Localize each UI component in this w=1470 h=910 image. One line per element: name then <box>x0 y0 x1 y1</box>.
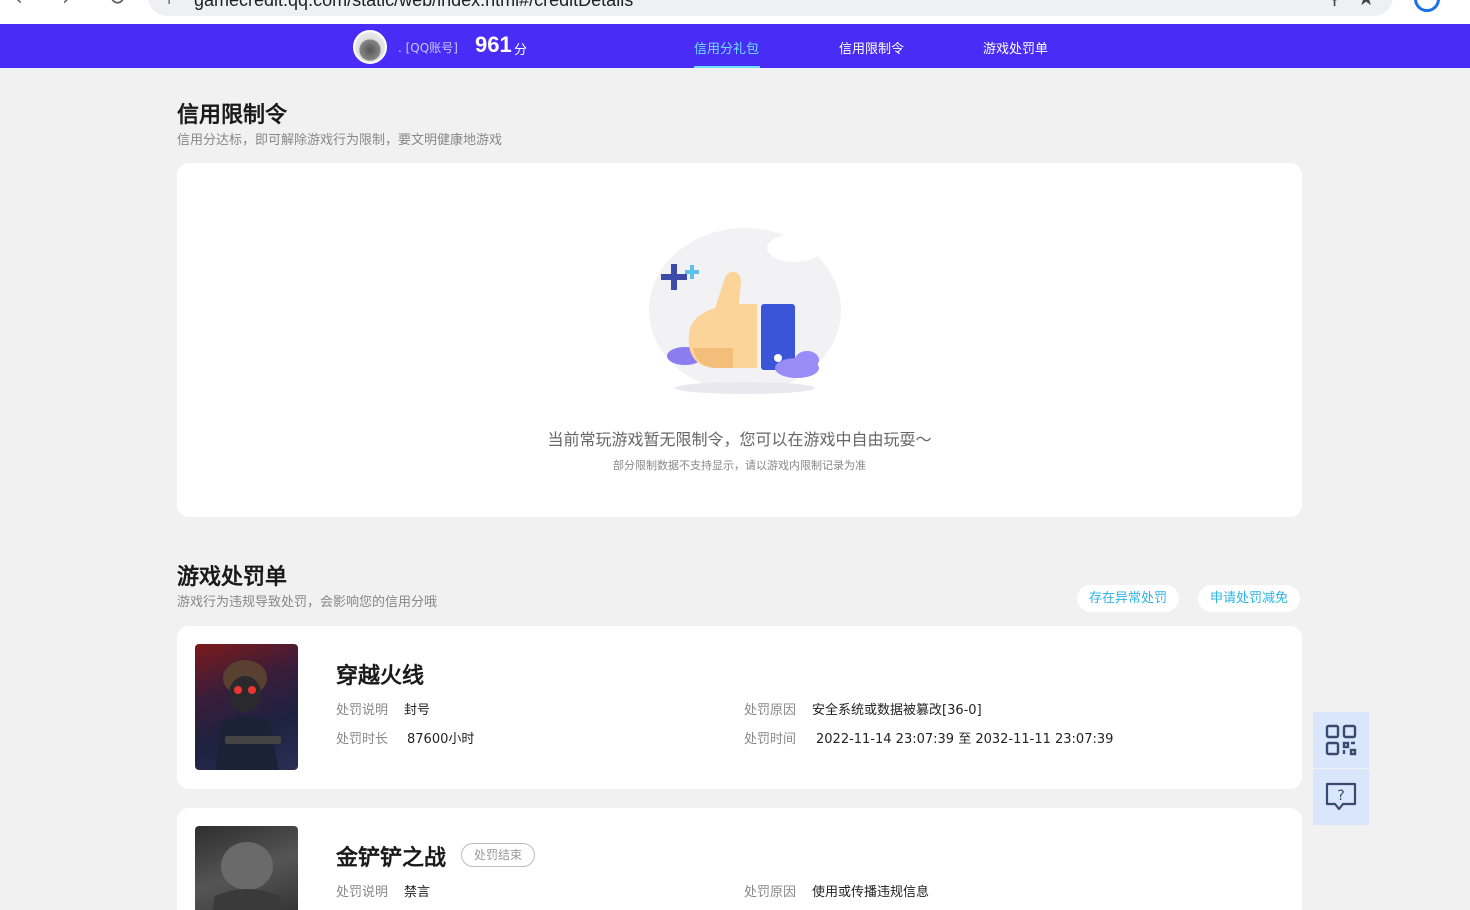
url-text: gamecredit.qq.com/static/web/index.html#… <box>194 0 634 10</box>
address-bar[interactable]: ⚲ gamecredit.qq.com/static/web/index.htm… <box>148 0 1393 16</box>
help-button[interactable]: ? <box>1313 769 1369 825</box>
profile-icon[interactable] <box>1414 0 1440 12</box>
help-feedback-icon: ? <box>1325 782 1357 811</box>
account-label: . [QQ账号] <box>398 41 458 55</box>
browser-chrome: ‹ › ↻ ⚲ gamecredit.qq.com/static/web/ind… <box>0 0 1470 24</box>
empty-message: 当前常玩游戏暂无限制令，您可以在游戏中自由玩耍～ <box>547 430 932 449</box>
tab-penalty[interactable]: 游戏处罚单 <box>983 38 1048 57</box>
zoom-icon[interactable]: ⚲ <box>1328 0 1341 9</box>
duration-label: 处罚时长 <box>336 732 389 747</box>
reason-value: 安全系统或数据被篡改[36-0] <box>812 703 982 718</box>
reason-value: 使用或传播违规信息 <box>812 885 930 900</box>
restriction-empty-card: 当前常玩游戏暂无限制令，您可以在游戏中自由玩耍～ 部分限制数据不支持显示，请以游… <box>177 163 1302 517</box>
empty-note: 部分限制数据不支持显示，请以游戏内限制记录为准 <box>613 459 866 472</box>
duration-value: 87600小时 <box>407 732 475 747</box>
bookmark-star-icon[interactable]: ★ <box>1357 0 1375 10</box>
desc-label: 处罚说明 <box>336 703 389 718</box>
forward-icon[interactable]: › <box>62 0 71 11</box>
credit-score-unit: 分 <box>514 43 528 58</box>
back-icon[interactable]: ‹ <box>14 0 23 11</box>
reason-label: 处罚原因 <box>744 885 797 900</box>
top-navbar: . [QQ账号] 961 分 信用分礼包 信用限制令 游戏处罚单 <box>0 24 1470 68</box>
game-cover-image <box>195 644 298 770</box>
penalty-subtitle: 游戏行为违规导致处罚，会影响您的信用分哦 <box>177 595 438 610</box>
site-info-icon[interactable]: ⚲ <box>164 0 174 6</box>
qr-code-icon <box>1325 724 1357 756</box>
desc-value: 禁言 <box>404 885 431 900</box>
game-cover-image <box>195 826 298 910</box>
status-badge: 处罚结束 <box>461 843 536 867</box>
desc-label: 处罚说明 <box>336 885 389 900</box>
thumbs-up-illustration <box>649 228 841 394</box>
tab-credit-gift[interactable]: 信用分礼包 <box>694 38 759 57</box>
abnormal-penalty-button[interactable]: 存在异常处罚 <box>1077 585 1180 612</box>
time-label: 处罚时间 <box>744 732 797 747</box>
restriction-title: 信用限制令 <box>177 103 288 128</box>
svg-text:?: ? <box>1337 788 1344 804</box>
tab-restriction[interactable]: 信用限制令 <box>839 38 904 57</box>
restriction-subtitle: 信用分达标，即可解除游戏行为限制，要文明健康地游戏 <box>177 133 503 148</box>
game-name: 金铲铲之战 <box>336 846 447 871</box>
game-name: 穿越火线 <box>336 664 425 689</box>
credit-score: 961 <box>475 32 512 57</box>
qr-code-button[interactable] <box>1313 712 1369 768</box>
active-tab-indicator <box>694 66 760 68</box>
penalty-card: 金铲铲之战 处罚结束 处罚说明 禁言 处罚原因 使用或传播违规信息 <box>177 808 1302 910</box>
reload-icon[interactable]: ↻ <box>108 0 126 11</box>
reason-label: 处罚原因 <box>744 703 797 718</box>
penalty-card: 穿越火线 处罚说明 封号 处罚原因 安全系统或数据被篡改[36-0] 处罚时长 … <box>177 626 1302 789</box>
time-value: 2022-11-14 23:07:39 至 2032-11-11 23:07:3… <box>816 732 1114 747</box>
avatar[interactable] <box>353 30 387 64</box>
penalty-title: 游戏处罚单 <box>177 565 288 590</box>
apply-reduction-button[interactable]: 申请处罚减免 <box>1198 585 1301 612</box>
desc-value: 封号 <box>404 703 431 718</box>
